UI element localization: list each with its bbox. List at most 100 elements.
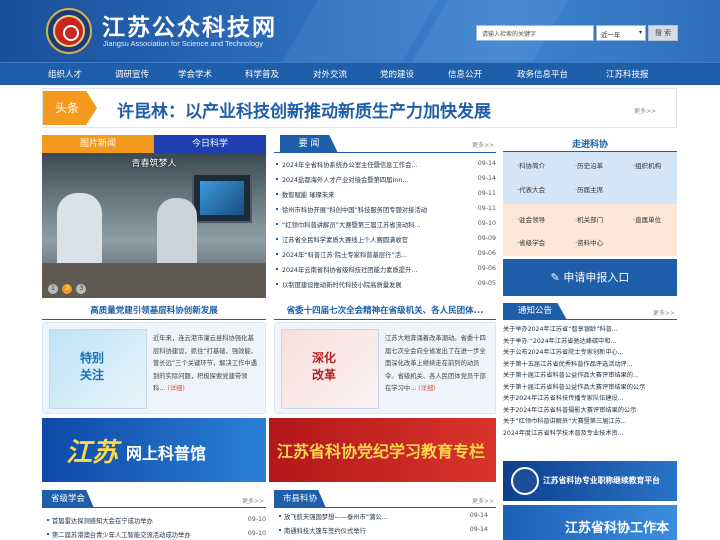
slide-dot[interactable]: 3	[76, 284, 87, 294]
about-section-title: 走进科协	[571, 140, 608, 150]
site-title[interactable]: 江苏公众科技网	[102, 8, 277, 42]
list-item[interactable]: 放飞航天强国梦想——泰州市“蒲公... 09-14	[278, 510, 488, 522]
promo-image[interactable]: 深化 改革	[281, 329, 379, 409]
notice-section-title[interactable]: 通知公告	[503, 303, 567, 320]
item-title: 南通科技大篷车签约仪式举行	[284, 528, 366, 535]
list-item[interactable]: 江苏省全民科学素质大赛线上个人赛圆满收官 09-09	[274, 231, 496, 246]
item-title: 放飞航天强国梦想——泰州市“蒲公...	[284, 514, 388, 521]
list-item[interactable]: 2024年度江苏省科学技术普及专业技术资...	[503, 428, 677, 440]
news-title: “红领巾科普讲解员”大赛暨第三届江苏省流动科...	[282, 222, 421, 229]
about-link[interactable]: ·省级学会	[517, 237, 545, 247]
nav-item[interactable]: 对外交流	[313, 68, 347, 80]
notice-more-link[interactable]: 更多>>	[653, 308, 675, 317]
about-links-grid: ·科协简介 ·历史沿革 ·组织机构 ·代表大会 ·历届主席	[503, 152, 677, 204]
nav-item[interactable]: 江苏科技报	[606, 68, 649, 80]
list-item[interactable]: 2024年全省科协系统办公室主任暨信息工作会... 09-14	[274, 156, 496, 171]
work-notebook-banner[interactable]: 江苏省科协工作本	[503, 505, 677, 540]
main-nav: 组织人才 调研宣传 学会学术 科学普及 对外交流 党的建设 信息公开 政务信息平…	[0, 62, 720, 85]
tab-today-science[interactable]: 今日科学	[154, 135, 266, 153]
city-section-title[interactable]: 市县科协	[274, 490, 326, 508]
nav-item[interactable]: 调研宣传	[115, 68, 149, 80]
news-date: 09-09	[477, 235, 496, 242]
promo-detail-link[interactable]: (详细)	[418, 385, 436, 392]
list-item[interactable]: 关于第十五届江苏省优秀科普作品评选活动评...	[503, 359, 677, 371]
about-link[interactable]: ·历届主席	[575, 184, 603, 194]
list-item[interactable]: “红领巾科普讲解员”大赛暨第三届江苏省流动科... 09-10	[274, 216, 496, 231]
about-link[interactable]: ·历史沿革	[575, 160, 603, 170]
promo-image-label: 深化 改革	[312, 351, 337, 382]
slide-dot[interactable]: 2	[62, 284, 73, 294]
about-link[interactable]: ·直属单位	[633, 214, 661, 224]
societies-more-link[interactable]: 更多>>	[242, 496, 264, 505]
list-item[interactable]: 数智赋能 璀璨未来 09-11	[274, 186, 496, 201]
chevron-down-icon: ▾	[638, 29, 642, 36]
nav-item[interactable]: 学会学术	[178, 68, 212, 80]
nav-item[interactable]: 组织人才	[48, 68, 82, 80]
item-date: 09-10	[247, 530, 266, 537]
online-science-museum-banner[interactable]: 江苏 网上科普馆	[42, 418, 266, 482]
promo-title[interactable]: 高质量党建引领基层科协创新发展	[42, 303, 266, 320]
photo-scene	[57, 193, 102, 273]
nav-item[interactable]: 政务信息平台	[517, 68, 568, 80]
search-input[interactable]: 请输入检索的关键字	[476, 25, 594, 41]
headline-tag: 头条	[43, 91, 97, 125]
tab-photo-news[interactable]: 图片新闻	[42, 135, 154, 153]
about-link[interactable]: ·资料中心	[575, 237, 603, 247]
nav-item[interactable]: 信息公开	[448, 68, 482, 80]
list-item[interactable]: 关于第十届江苏省科普公益作品大赛评审结果的...	[503, 370, 677, 382]
news-date: 09-06	[477, 250, 496, 257]
about-section-header: 走进科协	[503, 135, 677, 153]
list-item[interactable]: 关于举办 “2024年江苏省驰达峰碳中和...	[503, 336, 677, 348]
list-item[interactable]: 关于公布2024年江苏省院士专家创新中心...	[503, 347, 677, 359]
apply-entry-button[interactable]: ✎ 申请申报入口	[503, 259, 677, 296]
list-item[interactable]: 以制度建设推动新时代科技小院高质量发展 09-05	[274, 276, 496, 291]
about-link[interactable]: ·驻会领导	[517, 214, 545, 224]
list-item[interactable]: 2024盐都海外人才产业对接会暨第四届Inn... 09-14	[274, 171, 496, 186]
photo-news-slide[interactable]: 青春筑梦人	[42, 153, 266, 298]
nav-item[interactable]: 党的建设	[380, 68, 414, 80]
slide-dot[interactable]: 1	[48, 284, 58, 294]
nav-item[interactable]: 科学普及	[245, 68, 279, 80]
headline-banner[interactable]: 头条 许昆林：以产业科技创新推动新质生产力加快发展 更多>>	[42, 88, 677, 128]
banner-text: 江苏省科协工作本	[565, 521, 670, 536]
list-item[interactable]: 2024年云南省科协省级科技社团能力素质提升... 09-06	[274, 261, 496, 276]
about-link[interactable]: ·组织机构	[633, 160, 661, 170]
list-item[interactable]: 关于“红领巾科普讲解员”大赛暨第三届江苏...	[503, 416, 677, 428]
about-link[interactable]: ·机关部门	[575, 214, 603, 224]
search-button[interactable]: 搜 索	[648, 25, 678, 41]
about-link[interactable]: ·科协简介	[517, 160, 545, 170]
party-education-banner[interactable]: 江苏省科协党纪学习教育专栏	[269, 418, 496, 482]
list-item[interactable]: 首届雷达探测感知大会在宁成功举办 09-10	[46, 514, 266, 526]
list-item[interactable]: 关于举办2024年江苏省“智享银龄”科普...	[503, 324, 677, 336]
list-item[interactable]: 2024年“科普江苏·院士专家科普基层行”活... 09-06	[274, 246, 496, 261]
promo-title[interactable]: 省委十四届七次全会精神在省级机关、各人民团体...	[274, 303, 496, 320]
promo-image-label: 特别 关注	[80, 351, 105, 382]
list-item[interactable]: 徐州市科协开展“科创中国”科技服务团专题对接活动 09-11	[274, 201, 496, 216]
news-title: 江苏省全民科学素质大赛线上个人赛圆满收官	[282, 237, 408, 244]
list-item[interactable]: 关于2024年江苏省科技传播专家队伍建设...	[503, 393, 677, 405]
site-header: 江苏公众科技网 Jiangsu Association for Science …	[0, 0, 720, 62]
news-section-title[interactable]: 要 闻	[280, 135, 338, 153]
list-item[interactable]: 第二届苏港澳台青少年人工智能交流活动成功举办 09-10	[46, 528, 266, 540]
photo-caption: 青春筑梦人	[131, 159, 177, 169]
about-link[interactable]: ·代表大会	[517, 184, 545, 194]
headline-text[interactable]: 许昆林：以产业科技创新推动新质生产力加快发展	[117, 97, 491, 122]
slide-pager: 1 2 3	[48, 284, 88, 294]
list-item[interactable]: 关于2024年江苏省科普摄影大赛评审结果的公示	[503, 405, 677, 417]
continuing-education-banner[interactable]: 江苏省科协专业职称继续教育平台	[503, 461, 677, 501]
city-section-header: 市县科协 更多>>	[274, 490, 496, 508]
list-item[interactable]: 关于第十届江苏省科普公益作品大赛评审结果的公示	[503, 382, 677, 394]
promo-summary: 江苏大地奔涌着改革潮动。省委十四届七次全会向全省发出了在进一步全面深化改革上继续…	[385, 335, 486, 392]
promo-image[interactable]: 特别 关注	[49, 329, 147, 409]
promo-detail-link[interactable]: (详细)	[167, 385, 185, 392]
headline-more-link[interactable]: 更多>>	[634, 106, 656, 115]
city-more-link[interactable]: 更多>>	[472, 496, 494, 505]
list-item[interactable]: 南通科技大篷车签约仪式举行 09-14	[278, 524, 488, 536]
news-date: 09-06	[477, 265, 496, 272]
news-more-link[interactable]: 更多>>	[472, 140, 494, 149]
association-logo-icon[interactable]	[46, 8, 92, 54]
promo-summary: 近年来，连云港市灌云县科协强化基层科协建设，抓住“打基础、强效能、管长远”三个关…	[153, 335, 258, 392]
news-list: 2024年全省科协系统办公室主任暨信息工作会... 09-14 2024盐都海外人…	[274, 156, 496, 291]
search-range-select[interactable]: 近一年 ▾	[596, 25, 646, 41]
societies-section-title[interactable]: 省级学会	[42, 490, 94, 508]
